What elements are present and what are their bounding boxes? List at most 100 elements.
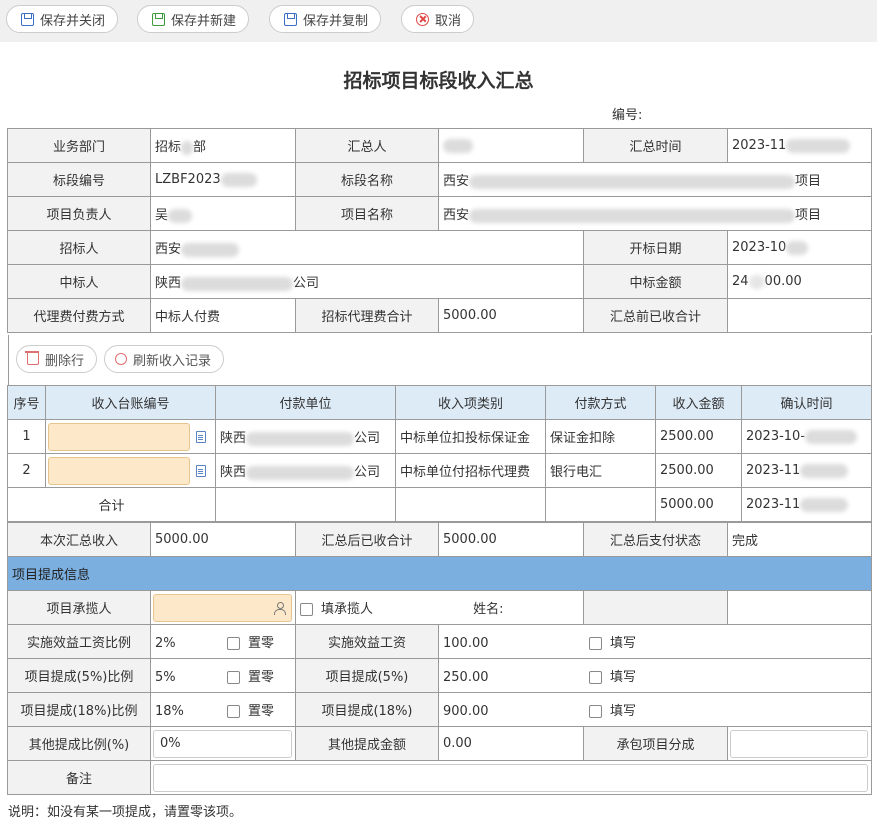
p18-zero-checkbox[interactable]: [227, 705, 240, 718]
delete-row-button[interactable]: 删除行: [16, 345, 98, 373]
total-empty-cell: [395, 487, 546, 522]
save-new-icon: [152, 12, 165, 26]
pay-status-label: 汇总后支付状态: [583, 522, 728, 557]
section-no-label: 标段编号: [7, 162, 151, 197]
save-close-label: 保存并关闭: [40, 13, 106, 29]
pay-status-value: 完成: [727, 522, 872, 557]
p5-label: 项目提成(5%): [295, 658, 439, 693]
impl-zero-checkbox[interactable]: [227, 637, 240, 650]
summary-table: 本次汇总收入 5000.00 汇总后已收合计 5000.00 汇总后支付状态 完…: [7, 522, 872, 795]
post-received-value: 5000.00: [438, 522, 584, 557]
remark-cell: [150, 760, 872, 795]
other-ratio-input[interactable]: 0%: [153, 729, 292, 758]
post-received-label: 汇总后已收合计: [295, 522, 439, 557]
summarizer-value: [438, 128, 584, 163]
save-close-button[interactable]: 保存并关闭: [6, 5, 119, 33]
col-header-ledger-no: 收入台账编号: [45, 385, 216, 420]
save-copy-icon: [284, 12, 297, 26]
impl-fill-checkbox[interactable]: [589, 637, 602, 650]
section-no-value: LZBF2023: [150, 162, 296, 197]
p5-fill-checkbox[interactable]: [589, 671, 602, 684]
impl-wage-value: 100.00: [443, 636, 489, 651]
impl-wage-label: 实施效益工资: [295, 624, 439, 659]
method-cell: 保证金扣除: [545, 419, 656, 454]
commission-section-title: 项目提成信息: [7, 556, 872, 591]
ledger-no-cell: [45, 419, 216, 454]
summarizer-label: 汇总人: [295, 128, 439, 163]
p18-ratio-cell: 18% 置零: [150, 692, 296, 727]
p18-value: 900.00: [443, 704, 489, 719]
p5-ratio-value: 5%: [155, 670, 176, 685]
cancel-button[interactable]: 取消: [401, 5, 475, 33]
ledger-lookup-icon[interactable]: [196, 430, 206, 443]
fee-method-value: 中标人付费: [150, 298, 296, 333]
ledger-no-cell: [45, 453, 216, 488]
fill-label: 填写: [610, 670, 637, 685]
ledger-no-input[interactable]: [48, 456, 190, 485]
save-new-label: 保存并新建: [171, 13, 237, 29]
col-header-no: 序号: [7, 385, 46, 420]
total-label: 合计: [7, 487, 216, 522]
p18-cell: 900.00 填写: [438, 692, 872, 727]
save-copy-button[interactable]: 保存并复制: [269, 5, 382, 33]
impl-wage-cell: 100.00 填写: [438, 624, 872, 659]
zero-label: 置零: [248, 636, 275, 651]
contract-share-cell: [727, 726, 872, 761]
col-header-confirm-time: 确认时间: [741, 385, 872, 420]
confirm-time-cell: 2023-11: [741, 453, 872, 488]
row-actions: 删除行 刷新收入记录: [8, 335, 872, 385]
section-name-label: 标段名称: [295, 162, 439, 197]
p5-cell: 250.00 填写: [438, 658, 872, 693]
info-table: 业务部门 招标部 汇总人 汇总时间 2023-11 标段编号 LZBF2023 …: [7, 128, 872, 333]
trash-icon: [25, 351, 39, 365]
contractor-input[interactable]: [153, 593, 292, 622]
fee-method-label: 代理费付费方式: [7, 298, 151, 333]
contract-share-input[interactable]: [730, 729, 868, 758]
dept-label: 业务部门: [7, 128, 151, 163]
other-ratio-label: 其他提成比例(%): [7, 726, 151, 761]
page-title: 招标项目标段收入汇总: [343, 70, 534, 92]
amount-cell: 2500.00: [655, 419, 742, 454]
pm-value: 吴: [150, 196, 296, 231]
fill-contractor-checkbox[interactable]: [300, 603, 313, 616]
table-row: 1 陕西 公司 中标单位扣投标保证金 保证金扣除 2500.00 2023-10-: [7, 419, 872, 454]
row-no: 1: [7, 419, 46, 454]
summary-time-label: 汇总时间: [583, 128, 728, 163]
toolbar: 保存并关闭 保存并新建 保存并复制 取消: [0, 0, 877, 42]
ledger-lookup-icon[interactable]: [196, 464, 206, 477]
p5-ratio-cell: 5% 置零: [150, 658, 296, 693]
note-text: 说明：如没有某一项提成，请置零该项。: [8, 805, 243, 820]
ledger-no-input[interactable]: [48, 422, 190, 451]
confirm-time-cell: 2023-10-: [741, 419, 872, 454]
p18-label: 项目提成(18%): [295, 692, 439, 727]
total-time: 2023-11: [741, 487, 872, 522]
winner-label: 中标人: [7, 264, 151, 299]
total-amount: 5000.00: [655, 487, 742, 522]
fill-contractor-label: 填承揽人: [321, 602, 374, 617]
open-date-label: 开标日期: [583, 230, 728, 265]
contract-share-label: 承包项目分成: [583, 726, 728, 761]
contractor-cell: [150, 590, 296, 625]
p5-zero-checkbox[interactable]: [227, 671, 240, 684]
impl-ratio-value: 2%: [155, 636, 176, 651]
tenderer-value: 西安: [150, 230, 584, 265]
pre-received-value: [727, 298, 872, 333]
p18-fill-checkbox[interactable]: [589, 705, 602, 718]
p5-ratio-label: 项目提成(5%)比例: [7, 658, 151, 693]
other-amount-label: 其他提成金额: [295, 726, 439, 761]
remark-input[interactable]: [153, 763, 868, 792]
fee-total-label: 招标代理费合计: [295, 298, 439, 333]
open-date-value: 2023-10: [727, 230, 872, 265]
win-amount-label: 中标金额: [583, 264, 728, 299]
save-new-button[interactable]: 保存并新建: [137, 5, 250, 33]
table-row: 2 陕西 公司 中标单位付招标代理费 银行电汇 2500.00 2023-11: [7, 453, 872, 488]
doc-number-label: 编号:: [612, 108, 643, 123]
section-name-value: 西安 项目: [438, 162, 872, 197]
dept-value: 招标部: [150, 128, 296, 163]
refresh-income-button[interactable]: 刷新收入记录: [104, 345, 225, 373]
total-empty-cell: [545, 487, 656, 522]
fee-total-value: 5000.00: [438, 298, 584, 333]
cancel-label: 取消: [435, 13, 462, 29]
user-icon[interactable]: [274, 601, 286, 615]
fill-label: 填写: [610, 704, 637, 719]
